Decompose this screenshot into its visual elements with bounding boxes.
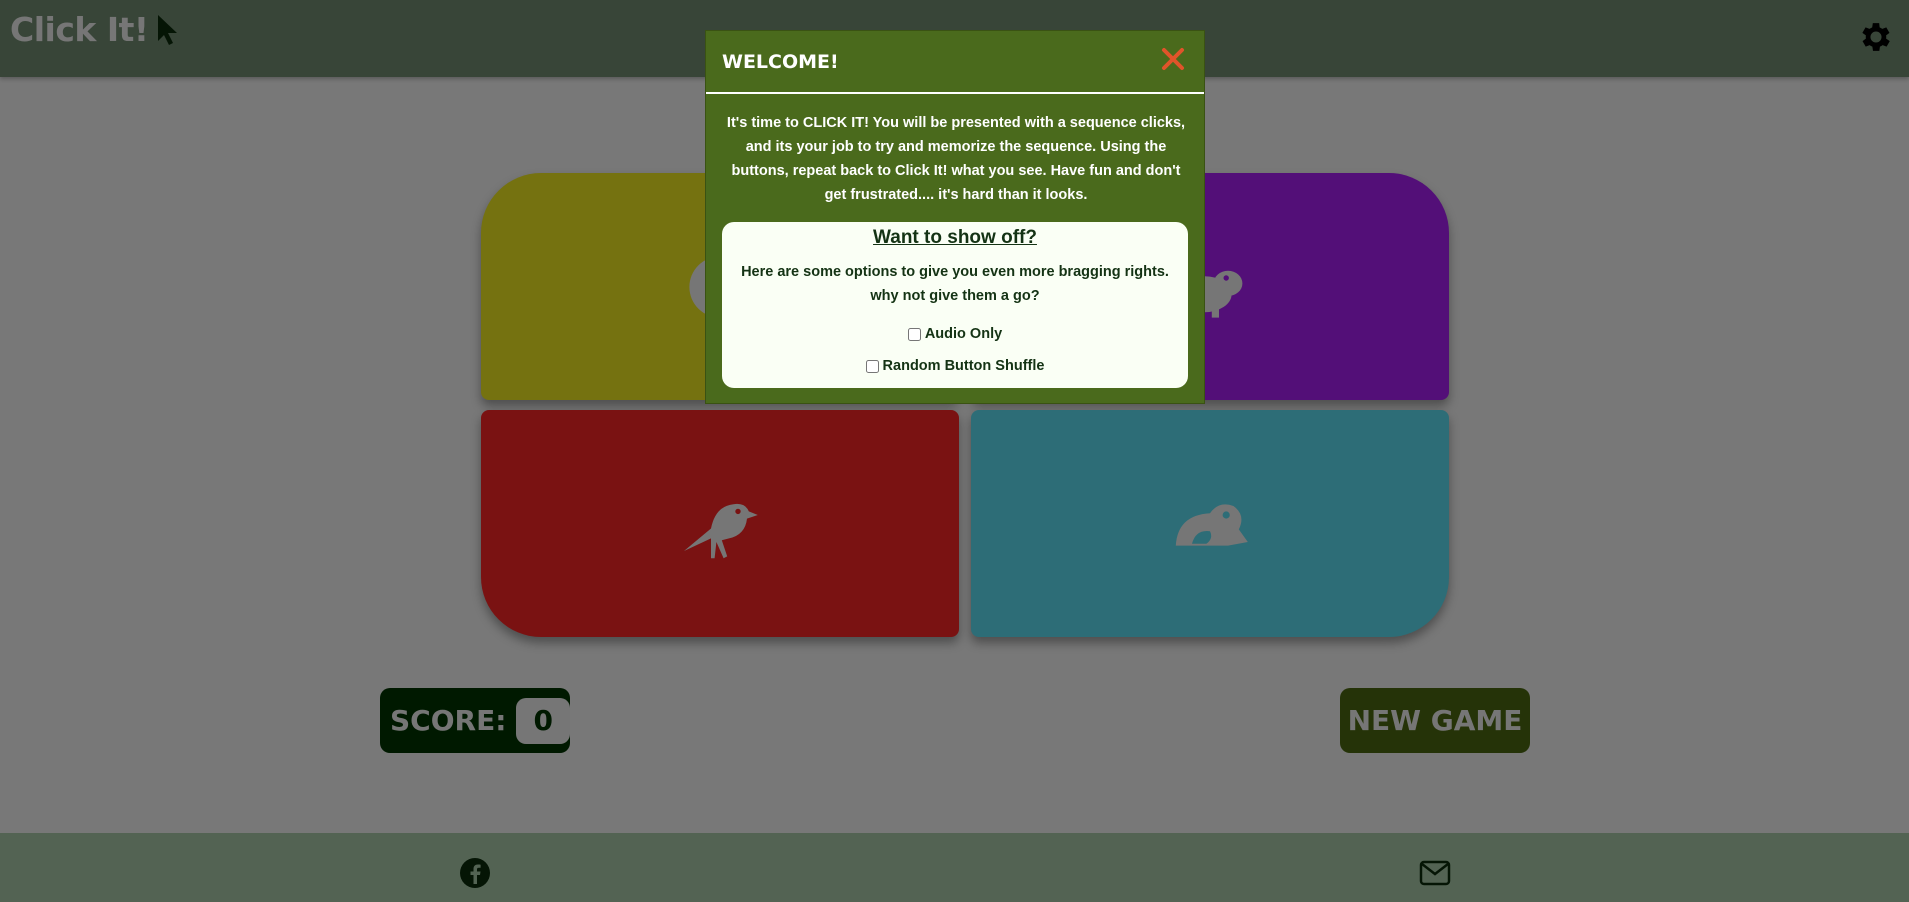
panel-title: Want to show off? [873, 227, 1037, 248]
modal-title: WELCOME! [722, 51, 839, 73]
modal-header: WELCOME! [706, 31, 1204, 94]
welcome-modal: WELCOME! It's time to CLICK IT! You will… [705, 30, 1205, 404]
audio-only-option[interactable]: Audio Only [722, 326, 1188, 342]
random-shuffle-checkbox[interactable] [865, 359, 879, 373]
modal-intro-text: It's time to CLICK IT! You will be prese… [726, 115, 1186, 203]
audio-only-checkbox[interactable] [907, 327, 921, 341]
random-shuffle-option[interactable]: Random Button Shuffle [722, 358, 1188, 374]
panel-text: Here are some options to give you even m… [741, 264, 1169, 304]
options-panel: Want to show off? Here are some options … [722, 222, 1188, 388]
close-icon[interactable] [1160, 46, 1186, 72]
random-shuffle-label: Random Button Shuffle [882, 358, 1045, 374]
audio-only-label: Audio Only [924, 326, 1003, 342]
